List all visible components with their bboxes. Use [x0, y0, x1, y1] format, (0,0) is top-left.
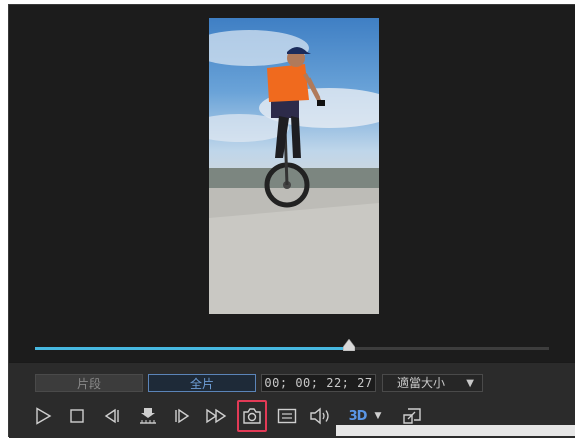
next-frame-button[interactable] [169, 403, 195, 429]
3d-dropdown-caret-icon[interactable]: ▼ [374, 411, 381, 421]
full-movie-mode-button[interactable]: 全片 [148, 374, 256, 392]
chevron-down-icon: ▼ [466, 378, 474, 389]
fast-forward-icon [206, 408, 227, 424]
next-frame-icon [175, 408, 190, 424]
external-display-icon [403, 408, 421, 424]
stop-button[interactable] [65, 403, 89, 429]
timecode-display[interactable]: 00; 00; 22; 27 [261, 374, 376, 392]
scrub-track[interactable] [35, 339, 549, 351]
zoom-label: 適當大小 [397, 376, 446, 390]
play-button[interactable] [31, 403, 55, 429]
video-frame [209, 18, 379, 314]
timeline-scrubber[interactable] [9, 335, 575, 359]
preview-viewport [9, 5, 575, 362]
extract-button[interactable] [135, 403, 161, 429]
scrub-progress [35, 347, 349, 350]
play-icon [36, 407, 52, 425]
scrub-handle[interactable] [342, 339, 355, 351]
fast-forward-extract-icon [140, 408, 156, 424]
clip-mode-button[interactable]: 片段 [35, 374, 143, 392]
snapshot-button[interactable] [237, 400, 267, 432]
overlay-patch [336, 425, 575, 436]
volume-button[interactable] [307, 403, 333, 429]
fast-forward-button[interactable] [203, 403, 229, 429]
video-player: 片段 全片 00; 00; 22; 27 適當大小 ▼ 3D ▼ [8, 4, 575, 438]
subtitle-button[interactable] [275, 403, 299, 429]
3d-icon: 3D [348, 408, 368, 424]
stop-icon [70, 409, 84, 423]
video-content-image [209, 30, 379, 314]
subtitle-icon [277, 408, 297, 424]
volume-icon [310, 407, 329, 425]
zoom-dropdown[interactable]: 適當大小 ▼ [382, 374, 483, 392]
camera-snapshot-icon [243, 408, 261, 424]
previous-frame-button[interactable] [99, 403, 125, 429]
previous-frame-icon [104, 408, 119, 424]
